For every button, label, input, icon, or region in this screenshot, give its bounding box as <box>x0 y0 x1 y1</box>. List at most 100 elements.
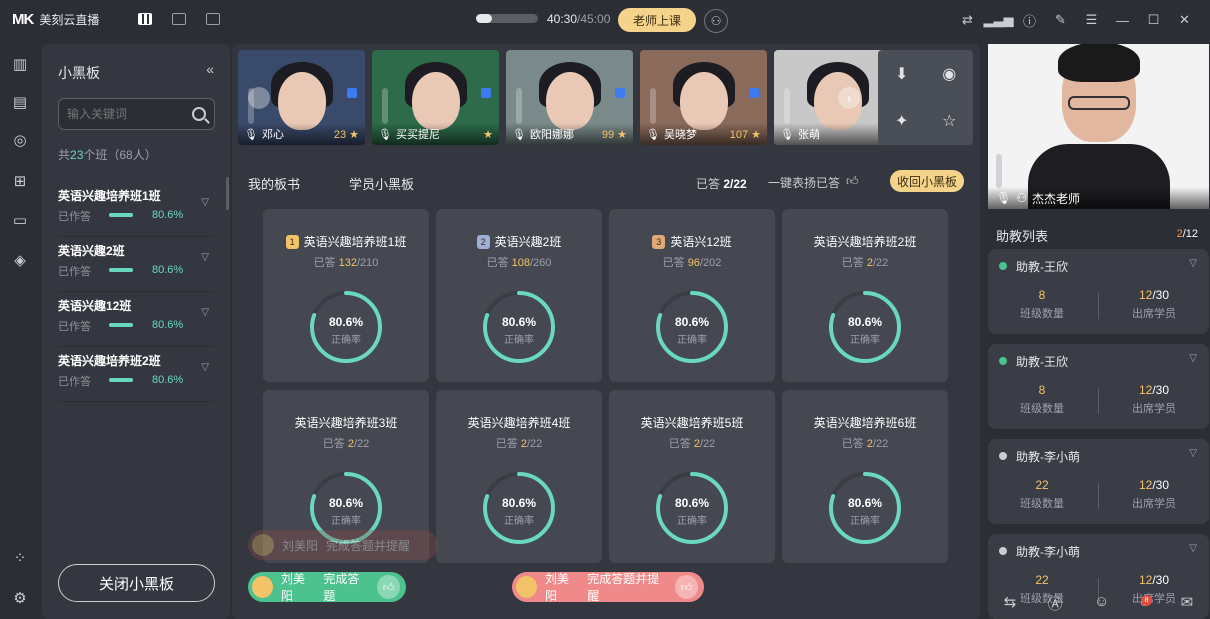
class-name: 英语兴趣培养班2班 <box>58 354 161 368</box>
close-icon[interactable]: ✕ <box>1169 10 1200 30</box>
left-tool-rail: ▥ ▤ ◎ ⊞ ▭ ◈ ⁘ ⚙ <box>0 40 42 619</box>
accuracy-label: 正确率 <box>331 516 361 527</box>
minimize-icon[interactable]: — <box>1107 10 1138 30</box>
recall-blackboard-button[interactable]: 收回小黑板 <box>890 170 964 192</box>
layout-grid-icon[interactable] <box>138 13 152 25</box>
chevron-down-icon[interactable]: ▽ <box>201 197 209 208</box>
class-item[interactable]: 英语兴趣2班 已作答 80.6% ▽ <box>58 242 215 292</box>
class-item[interactable]: 英语兴趣培养班1班 已作答 80.6% ▽ <box>58 187 215 237</box>
card-title: 英语兴趣培养班2班 <box>813 235 917 249</box>
class-card[interactable]: 3 英语兴12班 已答 96/202 80.6% 正确率 <box>609 209 775 382</box>
accuracy-percent: 80.6% <box>847 315 883 329</box>
class-card[interactable]: 英语兴趣培养班5班 已答 2/22 80.6% 正确率 <box>609 390 775 563</box>
search-icon[interactable] <box>192 107 206 121</box>
close-blackboard-button[interactable]: 关闭小黑板 <box>58 564 215 602</box>
chevron-down-icon[interactable]: ▽ <box>1189 258 1197 269</box>
panel-scrollbar[interactable] <box>226 177 229 210</box>
class-item[interactable]: 英语兴趣12班 已作答 80.6% ▽ <box>58 297 215 347</box>
teacher-video[interactable]: 🎙︎ ⚇ 杰杰老师 <box>988 44 1209 209</box>
assistant-card[interactable]: 助教-王欣 ▽ 8 班级数量 12/30 出席学员 <box>988 344 1209 429</box>
download-icon[interactable]: ⬇ <box>895 64 908 84</box>
class-name: 英语兴趣12班 <box>58 299 132 313</box>
maximize-icon[interactable]: ☐ <box>1138 10 1169 30</box>
star-icon[interactable]: ☆ <box>942 111 956 131</box>
search-input[interactable] <box>67 107 185 121</box>
next-students-button[interactable]: › <box>838 87 860 109</box>
class-card[interactable]: 2 英语兴趣2班 已答 108/260 80.6% 正确率 <box>436 209 602 382</box>
class-card[interactable]: 英语兴趣培养班6班 已答 2/22 80.6% 正确率 <box>782 390 948 563</box>
accuracy-label: 正确率 <box>850 516 880 527</box>
like-icon[interactable]: 👍︎ <box>675 575 699 599</box>
logo-mark: MK <box>12 11 34 28</box>
magic-wand-icon[interactable]: ✦ <box>895 111 908 131</box>
notes-icon[interactable]: ▤ <box>8 92 32 112</box>
class-card[interactable]: 英语兴趣培养班2班 已答 2/22 80.6% 正确率 <box>782 209 948 382</box>
toast-answered: 刘美阳 完成答题 👍︎ <box>248 572 406 603</box>
answered-total: 已答 2/22 <box>696 177 747 191</box>
student-video[interactable]: 🎙︎ 买买提尼 ★ <box>372 50 499 145</box>
camera-users-icon[interactable]: ⚇ <box>704 9 728 33</box>
class-percent: 80.6% <box>152 209 184 221</box>
like-icon[interactable]: 👍︎ <box>377 575 400 599</box>
accuracy-percent: 80.6% <box>501 315 537 329</box>
rank-badge: 1 <box>285 235 299 249</box>
class-percent: 80.6% <box>152 264 184 276</box>
praise-all-button[interactable]: 一键表扬已答 👍︎ <box>768 174 859 191</box>
student-video[interactable]: 🎙︎ 吴晓梦 107 ★ <box>640 50 767 145</box>
menu-icon[interactable]: ☰ <box>1076 10 1107 30</box>
eraser-icon[interactable]: ◈ <box>8 250 32 270</box>
tab-student-boards[interactable]: 学员小黑板 <box>349 174 414 193</box>
class-item[interactable]: 英语兴趣培养班2班 已作答 80.6% ▽ <box>58 352 215 402</box>
volume-bar <box>650 88 656 124</box>
avatar <box>516 576 537 598</box>
card-title: 1 英语兴趣培养班1班 <box>263 233 429 250</box>
assistant-card[interactable]: 助教-李小萌 ▽ 22 班级数量 12/30 出席学员 <box>988 439 1209 524</box>
swap-icon[interactable]: ⇄ <box>952 10 983 30</box>
tools-icon[interactable]: ✎ <box>1045 10 1076 30</box>
chevron-down-icon[interactable]: ▽ <box>201 362 209 373</box>
right-panel: 🎙︎ ⚇ 杰杰老师 助教列表 2/12 助教-王欣 ▽ 8 班级数量 12/30 出… <box>988 44 1210 619</box>
class-progress <box>109 213 133 217</box>
message-icon[interactable]: ✉ <box>1181 593 1194 614</box>
class-progress <box>109 268 133 272</box>
class-card[interactable]: 英语兴趣培养班4班 已答 2/22 80.6% 正确率 <box>436 390 602 563</box>
tab-my-board[interactable]: 我的板书 <box>248 174 300 193</box>
translate-icon[interactable]: Ⓐ <box>1048 593 1063 614</box>
accuracy-percent: 80.6% <box>328 496 364 510</box>
avatar <box>252 576 273 598</box>
chevron-down-icon[interactable]: ▽ <box>1189 543 1197 554</box>
blackboard-icon[interactable]: ▭ <box>8 210 32 230</box>
student-name: 欧阳娜娜 <box>529 129 574 141</box>
class-card[interactable]: 1 英语兴趣培养班1班 已答 132/210 80.6% 正确率 <box>263 209 429 382</box>
chevron-down-icon[interactable]: ▽ <box>1189 448 1197 459</box>
switch-icon[interactable]: ⇆ <box>1004 593 1017 614</box>
courseware-icon[interactable]: ▥ <box>8 54 32 74</box>
accuracy-label: 正确率 <box>850 335 880 346</box>
chevron-down-icon[interactable]: ▽ <box>1189 353 1197 364</box>
card-title: 英语兴趣培养班5班 <box>640 416 744 430</box>
teacher-tools: ⬇ ◉ ✦ ☆ <box>878 50 973 145</box>
start-class-button[interactable]: 老师上课 <box>618 8 696 32</box>
quiz-icon[interactable]: ☺ <box>1094 593 1109 614</box>
class-status: 已作答 <box>58 321 91 333</box>
class-count-value: 8 <box>1038 383 1046 397</box>
chevron-down-icon[interactable]: ▽ <box>201 252 209 263</box>
volume-bar <box>784 88 790 124</box>
card-answered: 已答 96/202 <box>662 257 722 269</box>
card-title: 英语兴趣培养班6班 <box>813 416 917 430</box>
info-icon[interactable]: ⓘ <box>1014 10 1045 30</box>
grid-icon[interactable]: ⁘ <box>8 548 32 568</box>
collapse-icon[interactable]: « <box>206 61 214 77</box>
assistant-card[interactable]: 助教-王欣 ▽ 8 班级数量 12/30 出席学员 <box>988 249 1209 334</box>
chevron-down-icon[interactable]: ▽ <box>201 307 209 318</box>
layout-multi-icon[interactable] <box>206 13 220 25</box>
chat-icon[interactable]: ◎ <box>8 130 32 150</box>
mic-icon: 🎙︎ <box>244 128 258 141</box>
apps-icon[interactable]: ⊞ <box>8 171 32 191</box>
student-video[interactable]: 🎙︎ 欧阳娜娜 99 ★ <box>506 50 633 145</box>
prev-students-button[interactable] <box>248 87 270 109</box>
layout-single-icon[interactable] <box>172 13 186 25</box>
microphone-icon[interactable]: ◉ <box>942 64 956 84</box>
settings-icon[interactable]: ⚙ <box>8 588 32 608</box>
class-count: 共23个班（68人） <box>58 148 157 162</box>
